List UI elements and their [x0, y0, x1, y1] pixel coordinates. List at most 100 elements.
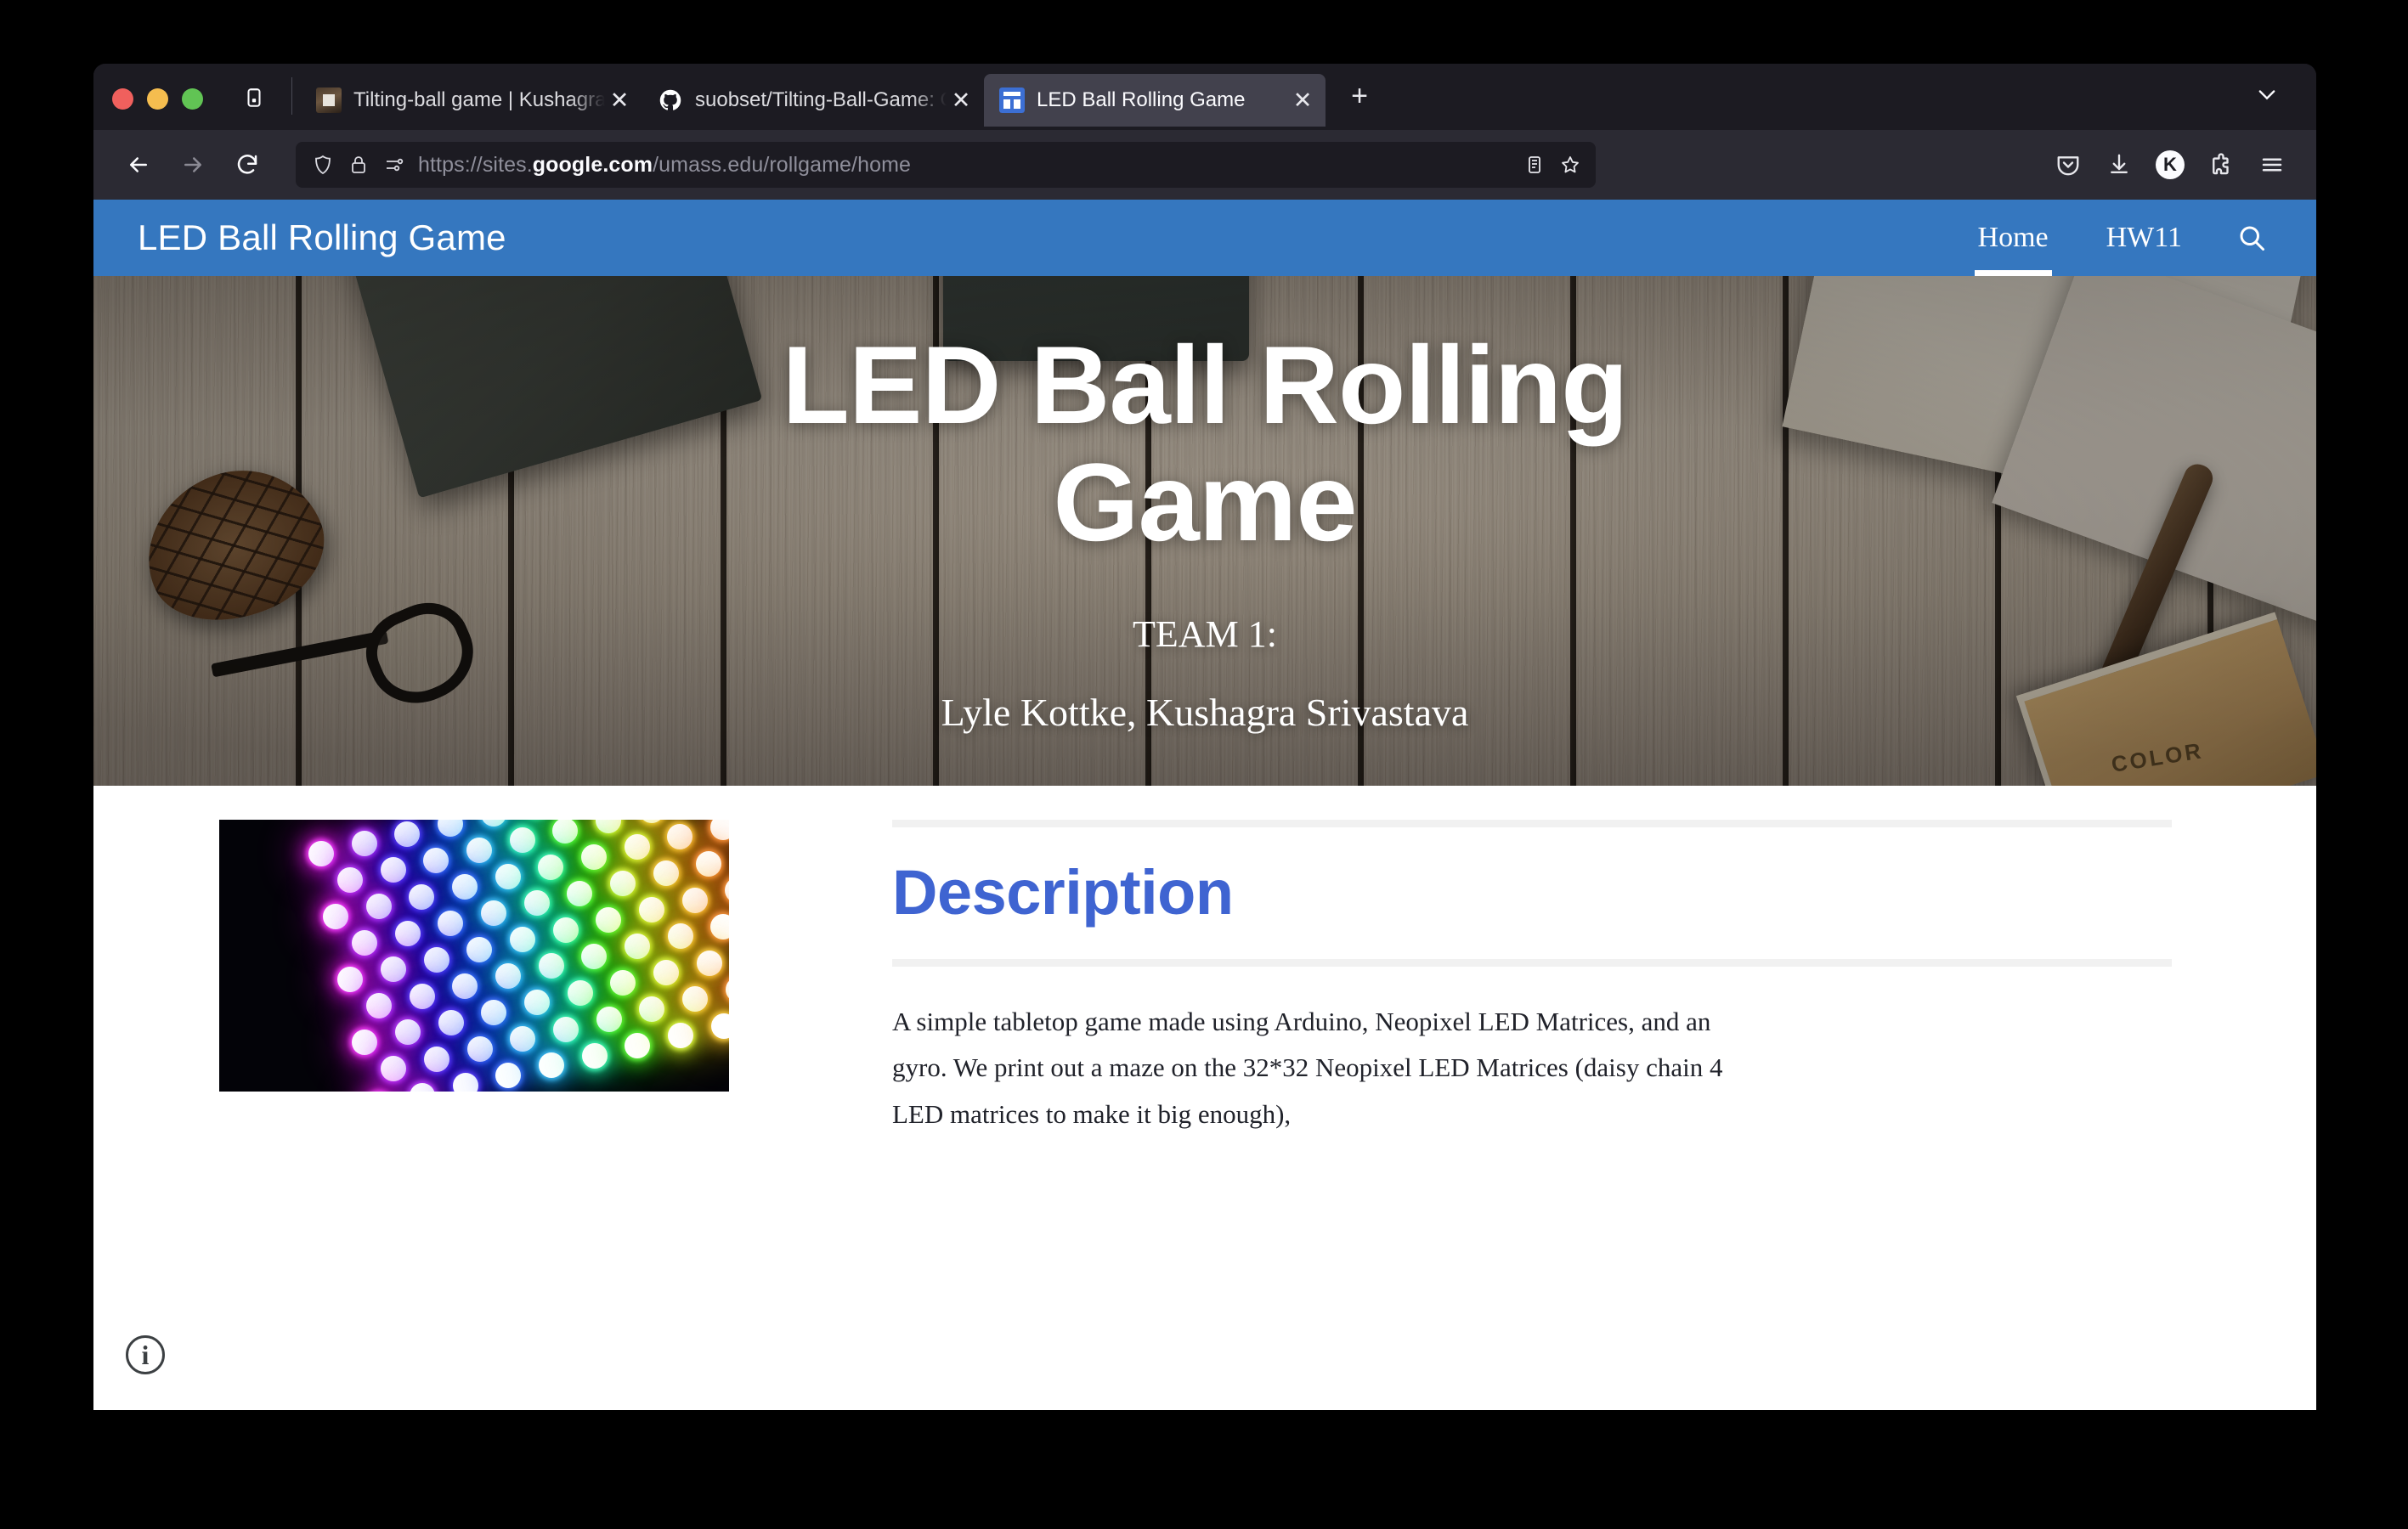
pocket-icon[interactable]	[2044, 141, 2092, 189]
shield-icon[interactable]	[311, 153, 335, 177]
url-text[interactable]: https://sites.google.com/umass.edu/rollg…	[418, 153, 1511, 178]
led-pixel	[423, 946, 449, 973]
close-window-button[interactable]	[112, 88, 133, 110]
tab-strip: Tilting-ball game | Kushagra Sriv ✕ suob…	[93, 64, 2316, 130]
maximize-window-button[interactable]	[182, 88, 203, 110]
led-pixel	[337, 967, 364, 993]
led-pixel	[681, 986, 708, 1013]
led-pixel	[725, 976, 729, 1002]
led-pixel	[452, 1072, 478, 1092]
led-pixel	[638, 820, 664, 824]
led-pixel	[581, 943, 608, 969]
account-initial: K	[2156, 150, 2185, 179]
photo-favicon	[316, 87, 342, 113]
site-title[interactable]: LED Ball Rolling Game	[138, 217, 506, 258]
url-path: /umass.edu/rollgame/home	[653, 152, 912, 177]
tab-github-repo[interactable]: suobset/Tilting-Ball-Game: CICS ✕	[642, 74, 984, 127]
hero-content: LED Ball Rolling Game TEAM 1: Lyle Kottk…	[93, 276, 2316, 786]
hero-team-label: TEAM 1:	[1133, 612, 1277, 655]
led-pixel	[596, 1006, 622, 1032]
tab-list-icon[interactable]	[235, 79, 273, 116]
led-pixel	[510, 1026, 536, 1052]
led-pixel	[381, 1056, 407, 1082]
led-pixel	[351, 930, 377, 956]
nav-item-label: HW11	[2106, 222, 2182, 253]
browser-window: Tilting-ball game | Kushagra Sriv ✕ suob…	[93, 64, 2316, 1410]
led-pixel	[667, 923, 693, 950]
star-bookmark-icon[interactable]	[1558, 153, 1582, 177]
led-pixel	[624, 834, 650, 860]
search-icon[interactable]	[2224, 211, 2279, 265]
led-pixel	[481, 1000, 507, 1026]
led-pixel	[552, 1016, 579, 1042]
led-pixel	[409, 983, 435, 1009]
reader-view-icon[interactable]	[1523, 153, 1546, 177]
led-pixel	[380, 956, 406, 983]
led-pixel	[438, 910, 464, 936]
led-pixel	[667, 824, 693, 850]
site-permissions-icon[interactable]	[382, 153, 406, 177]
led-pixel	[394, 821, 421, 847]
led-pixel	[480, 900, 506, 927]
led-pixel	[653, 960, 679, 986]
nav-item-home[interactable]: Home	[1949, 200, 2077, 276]
tab-tilting-ball-game[interactable]: Tilting-ball game | Kushagra Sriv ✕	[301, 74, 642, 127]
led-pixel	[410, 1082, 436, 1092]
minimize-window-button[interactable]	[147, 88, 168, 110]
section-heading-description: Description	[892, 857, 1234, 928]
led-pixel	[352, 1030, 378, 1056]
extensions-puzzle-icon[interactable]	[2197, 141, 2245, 189]
led-pixel	[725, 877, 729, 903]
led-pixel	[495, 864, 521, 890]
led-pixel	[466, 1035, 493, 1062]
led-pixel	[538, 854, 564, 880]
led-pixel	[452, 873, 478, 900]
led-pixel	[567, 979, 593, 1006]
tab-led-ball-rolling-game[interactable]: LED Ball Rolling Game ✕	[984, 74, 1326, 127]
led-pixel	[596, 906, 622, 933]
chevron-down-icon[interactable]	[2248, 76, 2286, 113]
tab-title: suobset/Tilting-Ball-Game: CICS	[695, 88, 947, 111]
download-icon[interactable]	[2095, 141, 2143, 189]
address-bar[interactable]: https://sites.google.com/umass.edu/rollg…	[296, 142, 1596, 188]
led-pixel	[668, 1023, 694, 1049]
led-pixel	[696, 950, 722, 976]
url-domain: google.com	[532, 152, 653, 177]
led-pixel	[423, 847, 449, 873]
neopixel-led-matrix-photo	[219, 820, 729, 1092]
led-pixel	[495, 963, 522, 990]
led-pixel	[625, 934, 651, 960]
hero-title: LED Ball Rolling Game	[782, 323, 1628, 564]
nav-item-hw11[interactable]: HW11	[2077, 200, 2211, 276]
main-content: Description A simple tabletop game made …	[93, 786, 2316, 1129]
close-tab-button[interactable]: ✕	[605, 86, 634, 115]
site-navigation: Home HW11	[1949, 200, 2316, 276]
back-arrow-icon[interactable]	[114, 140, 163, 189]
led-pixel	[466, 937, 493, 962]
heading-divider-top	[892, 820, 2172, 827]
led-pixel	[539, 1052, 565, 1079]
led-pixel	[523, 890, 550, 917]
heading-divider-bottom	[892, 959, 2172, 967]
led-pixel	[480, 820, 506, 827]
padlock-icon[interactable]	[347, 153, 370, 177]
led-pixel	[581, 843, 608, 870]
led-pixel	[681, 887, 708, 913]
led-pixel	[696, 850, 722, 877]
reload-icon[interactable]	[223, 140, 272, 189]
forward-arrow-icon[interactable]	[168, 140, 218, 189]
hamburger-menu-icon[interactable]	[2248, 141, 2296, 189]
led-pixel	[323, 904, 349, 930]
github-icon	[658, 87, 683, 113]
close-tab-button[interactable]: ✕	[1288, 86, 1317, 115]
led-pixel	[710, 913, 729, 939]
new-tab-button[interactable]: +	[1337, 74, 1382, 118]
close-tab-button[interactable]: ✕	[947, 86, 975, 115]
info-icon[interactable]: i	[126, 1335, 165, 1374]
led-pixel	[538, 953, 564, 979]
account-avatar[interactable]: K	[2146, 141, 2194, 189]
content-column-right: Description A simple tabletop game made …	[892, 820, 2316, 1129]
tab-list: Tilting-ball game | Kushagra Sriv ✕ suob…	[301, 64, 1382, 130]
page-viewport: LED Ball Rolling Game Home HW11 LED Ball…	[93, 200, 2316, 1410]
nav-item-label: Home	[1977, 222, 2049, 253]
